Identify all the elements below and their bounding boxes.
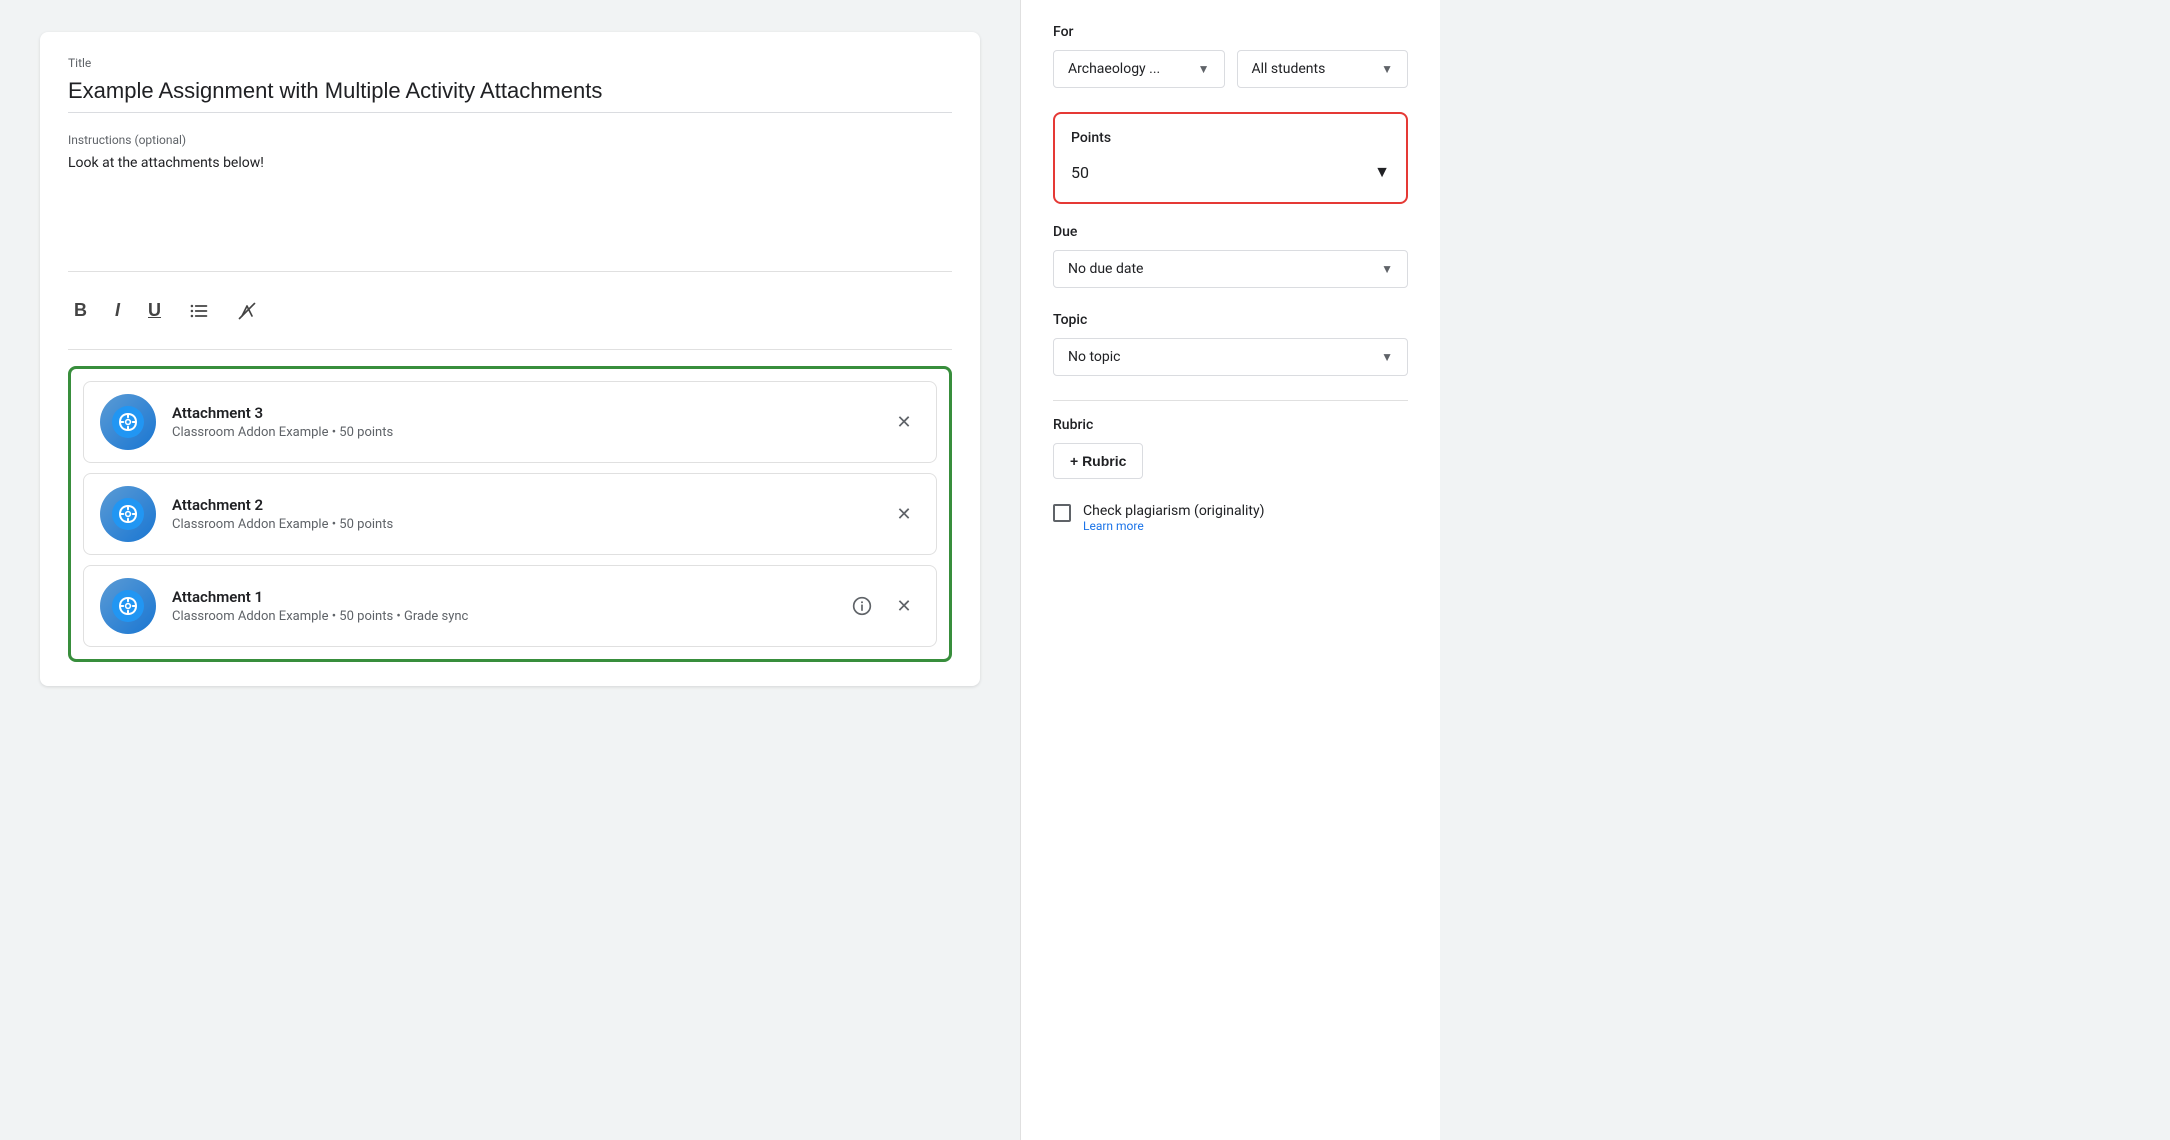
italic-button[interactable]: I — [109, 296, 126, 325]
class-dropdown-value: Archaeology ... — [1068, 61, 1160, 77]
topic-dropdown[interactable]: No topic ▼ — [1053, 338, 1408, 376]
for-label: For — [1053, 24, 1408, 40]
points-label: Points — [1071, 130, 1390, 146]
for-select-row: Archaeology ... ▼ All students ▼ — [1053, 50, 1408, 88]
class-dropdown[interactable]: Archaeology ... ▼ — [1053, 50, 1225, 88]
plagiarism-checkbox[interactable] — [1053, 504, 1071, 522]
bold-button[interactable]: B — [68, 296, 93, 325]
plagiarism-label: Check plagiarism (originality) — [1083, 503, 1264, 519]
remove-attachment-1-button[interactable]: ✕ — [888, 590, 920, 622]
title-label: Title — [68, 56, 952, 70]
points-dropdown[interactable]: 50 ▼ — [1071, 158, 1390, 186]
students-dropdown[interactable]: All students ▼ — [1237, 50, 1409, 88]
formatting-toolbar: B I U — [68, 288, 952, 333]
for-section: For Archaeology ... ▼ All students ▼ — [1053, 24, 1408, 88]
attachment-meta-2: Classroom Addon Example • 50 points — [172, 517, 872, 532]
sidebar-divider — [1053, 400, 1408, 401]
points-value: 50 — [1071, 163, 1089, 182]
attachment-info-3: Attachment 3 Classroom Addon Example • 5… — [172, 404, 872, 440]
topic-label: Topic — [1053, 312, 1408, 328]
due-section: Due No due date ▼ — [1053, 224, 1408, 288]
plagiarism-text: Check plagiarism (originality) Learn mor… — [1083, 503, 1264, 533]
students-dropdown-value: All students — [1252, 61, 1326, 77]
sidebar: For Archaeology ... ▼ All students ▼ Poi… — [1020, 0, 1440, 1140]
attachment-actions-3: ✕ — [888, 406, 920, 438]
attachment-name-1: Attachment 1 — [172, 588, 830, 606]
attachment-name-2: Attachment 2 — [172, 496, 872, 514]
topic-value: No topic — [1068, 349, 1120, 365]
attachment-info-1: Attachment 1 Classroom Addon Example • 5… — [172, 588, 830, 624]
points-section: Points 50 ▼ — [1053, 112, 1408, 204]
list-button[interactable] — [183, 297, 215, 325]
instructions-label: Instructions (optional) — [68, 133, 952, 147]
attachment-icon-3 — [100, 394, 156, 450]
instructions-input[interactable]: Look at the attachments below! — [68, 151, 952, 251]
due-chevron: ▼ — [1381, 262, 1393, 276]
attachment-info-2: Attachment 2 Classroom Addon Example • 5… — [172, 496, 872, 532]
attachment-card-3: Attachment 3 Classroom Addon Example • 5… — [83, 381, 937, 463]
attachment-icon-1 — [100, 578, 156, 634]
due-label: Due — [1053, 224, 1408, 240]
rubric-label: Rubric — [1053, 417, 1408, 433]
topic-section: Topic No topic ▼ — [1053, 312, 1408, 376]
class-dropdown-chevron: ▼ — [1198, 62, 1210, 76]
attachment-actions-1: ✕ — [846, 590, 920, 622]
attachment-meta-3: Classroom Addon Example • 50 points — [172, 425, 872, 440]
attachment-card-1: Attachment 1 Classroom Addon Example • 5… — [83, 565, 937, 647]
underline-button[interactable]: U — [142, 296, 167, 325]
remove-attachment-3-button[interactable]: ✕ — [888, 406, 920, 438]
clear-format-button[interactable] — [231, 297, 263, 325]
rubric-section: Rubric + Rubric — [1053, 417, 1408, 479]
add-rubric-button[interactable]: + Rubric — [1053, 443, 1143, 479]
attachment-icon-2 — [100, 486, 156, 542]
remove-attachment-2-button[interactable]: ✕ — [888, 498, 920, 530]
attachment-actions-2: ✕ — [888, 498, 920, 530]
title-input[interactable] — [68, 74, 952, 113]
attachment-card-2: Attachment 2 Classroom Addon Example • 5… — [83, 473, 937, 555]
due-dropdown[interactable]: No due date ▼ — [1053, 250, 1408, 288]
divider-2 — [68, 349, 952, 350]
info-attachment-1-button[interactable] — [846, 590, 878, 622]
learn-more-link[interactable]: Learn more — [1083, 519, 1264, 533]
attachments-container: Attachment 3 Classroom Addon Example • 5… — [68, 366, 952, 662]
plagiarism-row: Check plagiarism (originality) Learn mor… — [1053, 503, 1408, 533]
divider-1 — [68, 271, 952, 272]
students-dropdown-chevron: ▼ — [1381, 62, 1393, 76]
points-chevron: ▼ — [1374, 162, 1390, 182]
attachment-name-3: Attachment 3 — [172, 404, 872, 422]
topic-chevron: ▼ — [1381, 350, 1393, 364]
attachment-meta-1: Classroom Addon Example • 50 points • Gr… — [172, 609, 830, 624]
due-value: No due date — [1068, 261, 1143, 277]
